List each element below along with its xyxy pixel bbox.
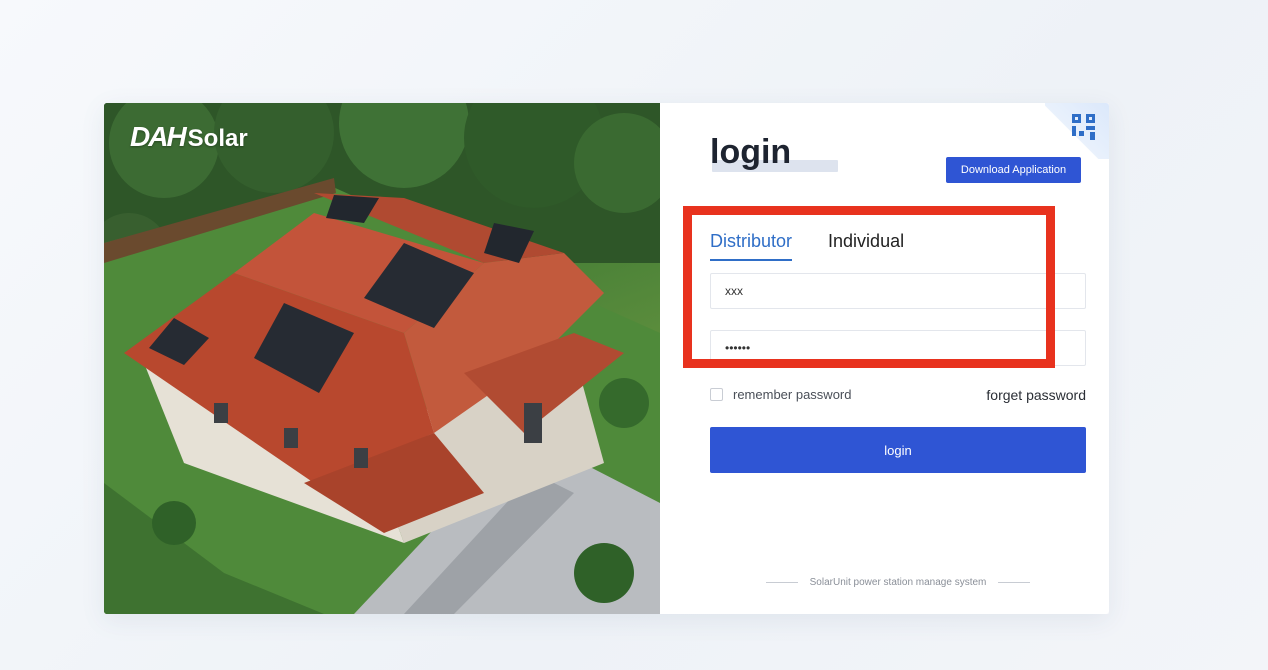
- tab-individual[interactable]: Individual: [828, 231, 904, 261]
- remember-password-option[interactable]: remember password: [710, 387, 852, 402]
- house-illustration: [104, 103, 660, 614]
- remember-password-label: remember password: [733, 387, 852, 402]
- qr-code-corner[interactable]: [1045, 103, 1109, 159]
- footer-text: SolarUnit power station manage system: [809, 577, 987, 588]
- hero-house-image: DAH Solar: [104, 103, 660, 614]
- account-type-tabs: Distributor Individual: [710, 231, 940, 261]
- download-application-button[interactable]: Download Application: [946, 157, 1081, 183]
- page-title: login: [710, 133, 792, 171]
- login-form-panel: login Download Application Distributor I…: [660, 103, 1109, 614]
- login-button[interactable]: login: [710, 427, 1086, 473]
- remember-password-checkbox[interactable]: [710, 388, 723, 401]
- login-card: DAH Solar login Download Application Dis…: [104, 103, 1109, 614]
- tab-distributor[interactable]: Distributor: [710, 231, 793, 261]
- brand-logo: DAH Solar: [130, 121, 248, 153]
- password-input[interactable]: [710, 330, 1086, 366]
- qr-code-icon[interactable]: [1071, 113, 1097, 141]
- login-title-group: login: [710, 131, 838, 173]
- username-input[interactable]: [710, 273, 1086, 309]
- footer-divider-right: [998, 582, 1031, 583]
- brand-logo-mark: DAH: [130, 121, 187, 152]
- forget-password-link[interactable]: forget password: [986, 387, 1086, 403]
- footer-divider-left: [765, 582, 798, 583]
- brand-logo-word: Solar: [187, 125, 248, 152]
- footer: SolarUnit power station manage system: [710, 577, 1086, 588]
